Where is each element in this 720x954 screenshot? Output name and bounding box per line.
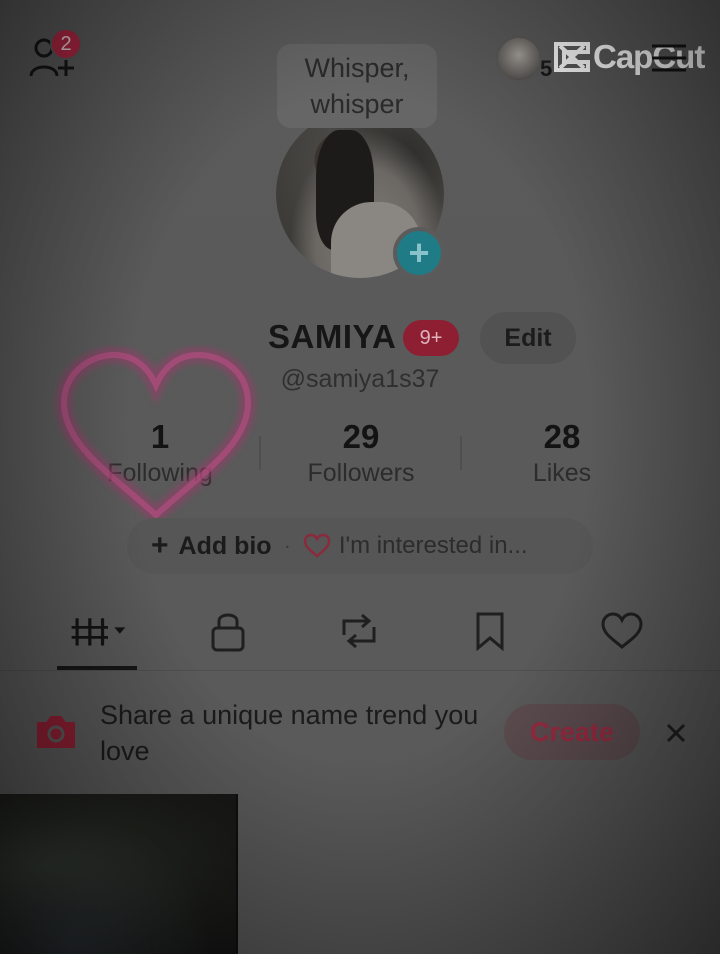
friend-requests-badge: 2 (50, 28, 82, 60)
tab-private[interactable] (198, 606, 258, 656)
add-bio-label: Add bio (178, 531, 272, 560)
story-avatar[interactable] (496, 36, 542, 82)
heart-outline-icon (303, 533, 331, 558)
video-thumbnail[interactable] (0, 794, 238, 954)
bio-row: + Add bio · I'm interested in... (127, 518, 593, 574)
menu-icon[interactable] (648, 40, 688, 76)
tab-saved[interactable] (460, 606, 520, 656)
add-bio-button[interactable]: + Add bio (151, 529, 272, 563)
add-story-button[interactable]: + (393, 227, 445, 279)
close-icon[interactable] (662, 719, 690, 747)
heart-icon (601, 612, 643, 649)
story-count: 5 (540, 56, 553, 81)
trend-banner: Share a unique name trend you love Creat… (0, 671, 720, 791)
plus-icon: + (151, 529, 169, 562)
capcut-logo-icon (554, 42, 590, 72)
profile-name: SAMIYA (268, 318, 397, 355)
inbox-badge[interactable]: 9+ (403, 320, 459, 356)
interests-button[interactable]: I'm interested in... (303, 532, 528, 560)
interests-label: I'm interested in... (338, 532, 528, 559)
tab-liked[interactable] (592, 606, 652, 656)
stat-value: 28 (543, 418, 581, 455)
stat-label: Likes (532, 459, 592, 487)
banner-text: Share a unique name trend you love (100, 700, 479, 766)
lock-icon (211, 613, 245, 652)
stat-followers[interactable]: 29 Followers (261, 418, 461, 490)
plus-icon: + (408, 232, 430, 273)
note-bubble[interactable]: Whisper, whisper (277, 44, 437, 128)
stat-value: 29 (342, 418, 380, 455)
heart-overlay-icon (55, 346, 257, 526)
tab-videos[interactable] (68, 606, 128, 656)
edit-profile-button[interactable]: Edit (480, 312, 576, 364)
repost-icon (342, 613, 376, 649)
stat-likes[interactable]: 28 Likes (462, 418, 662, 490)
tab-reposts[interactable] (329, 606, 389, 656)
bio-separator: · (283, 533, 291, 558)
stat-label: Followers (307, 459, 415, 487)
create-button[interactable]: Create (504, 704, 640, 760)
camera-icon (37, 716, 75, 748)
bookmark-icon (476, 612, 504, 651)
profile-screen: 2 5 CapCut Whisper, whisper + SAMIYA 9+ … (0, 0, 720, 954)
videos-grid-icon (71, 618, 126, 646)
